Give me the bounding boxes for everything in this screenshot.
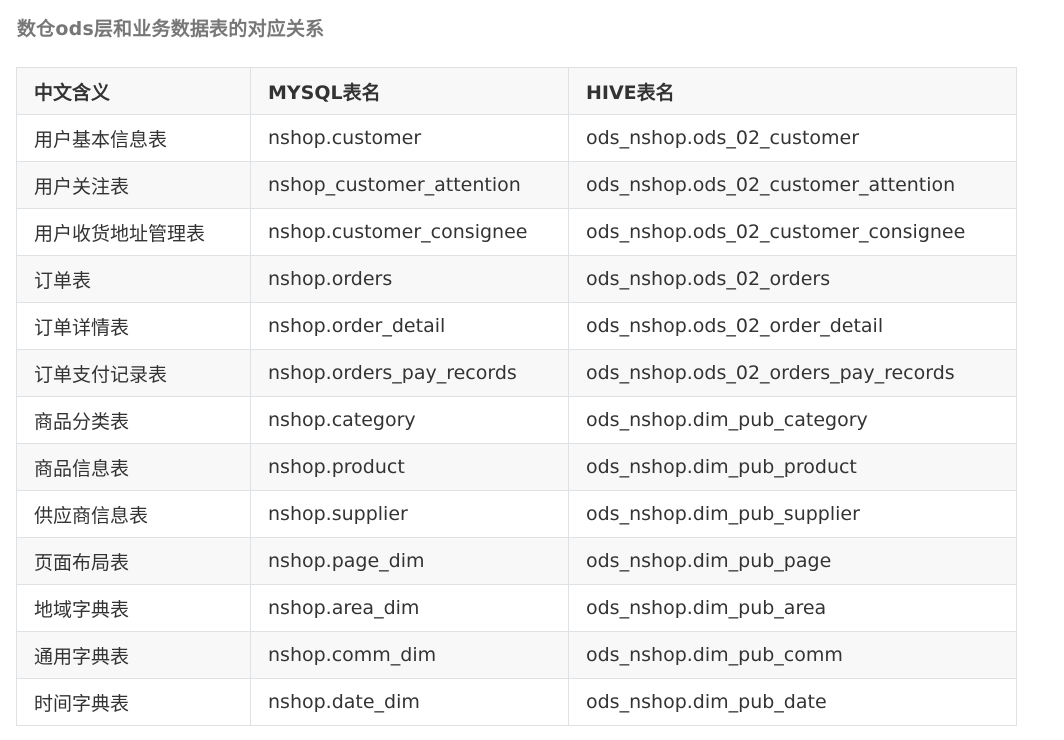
table-body: 用户基本信息表 nshop.customer ods_nshop.ods_02_… — [16, 114, 1017, 726]
cell-mysql-table: nshop.customer — [250, 114, 569, 162]
table-mapping: 中文含义 MYSQL表名 HIVE表名 用户基本信息表 nshop.custom… — [16, 67, 1017, 726]
cell-mysql-table: nshop.category — [250, 396, 569, 444]
table-row: 用户收货地址管理表 nshop.customer_consignee ods_n… — [16, 208, 1017, 256]
cell-mysql-table: nshop.orders — [250, 255, 569, 303]
table-row: 时间字典表 nshop.date_dim ods_nshop.dim_pub_d… — [16, 678, 1017, 726]
cell-hive-table: ods_nshop.dim_pub_supplier — [568, 490, 1017, 538]
header-mysql-table: MYSQL表名 — [250, 67, 569, 115]
table-row: 页面布局表 nshop.page_dim ods_nshop.dim_pub_p… — [16, 537, 1017, 585]
cell-hive-table: ods_nshop.dim_pub_date — [568, 678, 1017, 726]
header-row: 中文含义 MYSQL表名 HIVE表名 — [16, 67, 1017, 115]
cell-cn-meaning: 订单表 — [16, 255, 251, 303]
cell-mysql-table: nshop.date_dim — [250, 678, 569, 726]
cell-cn-meaning: 订单详情表 — [16, 302, 251, 350]
table-row: 订单详情表 nshop.order_detail ods_nshop.ods_0… — [16, 302, 1017, 350]
cell-mysql-table: nshop.order_detail — [250, 302, 569, 350]
cell-cn-meaning: 供应商信息表 — [16, 490, 251, 538]
page-heading: 数仓ods层和业务数据表的对应关系 — [17, 18, 325, 40]
cell-hive-table: ods_nshop.dim_pub_area — [568, 584, 1017, 632]
cell-hive-table: ods_nshop.ods_02_order_detail — [568, 302, 1017, 350]
cell-mysql-table: nshop.orders_pay_records — [250, 349, 569, 397]
table-row: 商品分类表 nshop.category ods_nshop.dim_pub_c… — [16, 396, 1017, 444]
cell-mysql-table: nshop_customer_attention — [250, 161, 569, 209]
cell-mysql-table: nshop.customer_consignee — [250, 208, 569, 256]
cell-mysql-table: nshop.page_dim — [250, 537, 569, 585]
cell-mysql-table: nshop.comm_dim — [250, 631, 569, 679]
cell-hive-table: ods_nshop.ods_02_orders — [568, 255, 1017, 303]
cell-cn-meaning: 订单支付记录表 — [16, 349, 251, 397]
cell-cn-meaning: 时间字典表 — [16, 678, 251, 726]
table-row: 用户关注表 nshop_customer_attention ods_nshop… — [16, 161, 1017, 209]
cell-cn-meaning: 通用字典表 — [16, 631, 251, 679]
cell-cn-meaning: 用户关注表 — [16, 161, 251, 209]
table-row: 用户基本信息表 nshop.customer ods_nshop.ods_02_… — [16, 114, 1017, 162]
cell-cn-meaning: 用户收货地址管理表 — [16, 208, 251, 256]
cell-mysql-table: nshop.area_dim — [250, 584, 569, 632]
cell-mysql-table: nshop.product — [250, 443, 569, 491]
cell-cn-meaning: 页面布局表 — [16, 537, 251, 585]
header-cn-meaning: 中文含义 — [16, 67, 251, 115]
header-hive-table: HIVE表名 — [568, 67, 1017, 115]
cell-cn-meaning: 用户基本信息表 — [16, 114, 251, 162]
cell-hive-table: ods_nshop.dim_pub_category — [568, 396, 1017, 444]
table-row: 供应商信息表 nshop.supplier ods_nshop.dim_pub_… — [16, 490, 1017, 538]
cell-hive-table: ods_nshop.dim_pub_product — [568, 443, 1017, 491]
table-header: 中文含义 MYSQL表名 HIVE表名 — [16, 67, 1017, 115]
cell-hive-table: ods_nshop.ods_02_customer_consignee — [568, 208, 1017, 256]
table-row: 订单支付记录表 nshop.orders_pay_records ods_nsh… — [16, 349, 1017, 397]
cell-hive-table: ods_nshop.ods_02_orders_pay_records — [568, 349, 1017, 397]
table-row: 通用字典表 nshop.comm_dim ods_nshop.dim_pub_c… — [16, 631, 1017, 679]
table-row: 订单表 nshop.orders ods_nshop.ods_02_orders — [16, 255, 1017, 303]
table-row: 地域字典表 nshop.area_dim ods_nshop.dim_pub_a… — [16, 584, 1017, 632]
cell-hive-table: ods_nshop.dim_pub_page — [568, 537, 1017, 585]
cell-hive-table: ods_nshop.ods_02_customer — [568, 114, 1017, 162]
cell-mysql-table: nshop.supplier — [250, 490, 569, 538]
cell-cn-meaning: 商品分类表 — [16, 396, 251, 444]
cell-hive-table: ods_nshop.dim_pub_comm — [568, 631, 1017, 679]
cell-hive-table: ods_nshop.ods_02_customer_attention — [568, 161, 1017, 209]
cell-cn-meaning: 商品信息表 — [16, 443, 251, 491]
table-row: 商品信息表 nshop.product ods_nshop.dim_pub_pr… — [16, 443, 1017, 491]
cell-cn-meaning: 地域字典表 — [16, 584, 251, 632]
